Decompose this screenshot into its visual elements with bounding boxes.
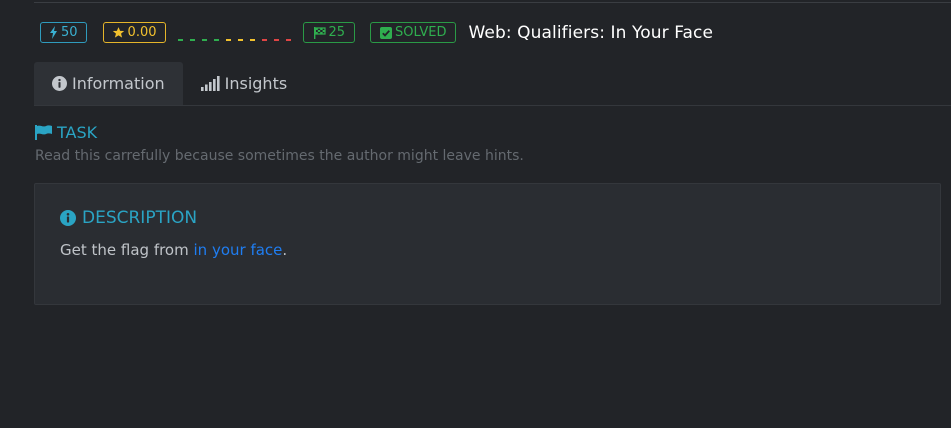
description-heading: DESCRIPTION xyxy=(60,208,197,228)
difficulty-segment xyxy=(189,38,195,41)
flag-icon xyxy=(35,125,52,140)
tab-insights[interactable]: Insights xyxy=(183,62,306,105)
points-value: 50 xyxy=(61,25,78,40)
challenge-page: 50 0.00 25 SOLVED Web: Qualifiers: In Yo… xyxy=(0,0,951,428)
top-divider xyxy=(34,2,951,3)
tab-insights-label: Insights xyxy=(224,74,288,93)
difficulty-segment xyxy=(237,38,243,41)
check-square-icon xyxy=(380,26,393,39)
tab-information-label: Information xyxy=(72,74,165,93)
difficulty-segment xyxy=(225,38,231,41)
difficulty-segment xyxy=(261,38,267,41)
info-circle-icon xyxy=(52,76,67,91)
solved-status-label: SOLVED xyxy=(395,25,447,40)
difficulty-segment xyxy=(201,38,207,41)
info-circle-icon xyxy=(60,210,76,226)
challenge-link[interactable]: in your face xyxy=(194,241,283,259)
bolt-icon xyxy=(50,26,57,39)
difficulty-meter xyxy=(177,38,291,41)
description-prefix: Get the flag from xyxy=(60,241,194,259)
description-suffix: . xyxy=(282,241,288,259)
difficulty-segment xyxy=(273,38,279,41)
points-badge: 50 xyxy=(40,22,87,43)
difficulty-segment xyxy=(285,38,291,41)
rating-badge: 0.00 xyxy=(102,22,166,43)
solved-status-badge: SOLVED xyxy=(370,22,457,43)
rating-value: 0.00 xyxy=(127,25,157,40)
solves-value: 25 xyxy=(328,25,346,40)
challenge-header: 50 0.00 25 SOLVED Web: Qualifiers: In Yo… xyxy=(40,21,713,44)
description-text: Get the flag from in your face. xyxy=(60,241,287,259)
challenge-title: Web: Qualifiers: In Your Face xyxy=(468,22,714,43)
star-icon xyxy=(112,27,124,38)
task-hint-text: Read this carrefully because sometimes t… xyxy=(35,148,524,164)
solves-badge: 25 xyxy=(302,22,356,43)
flag-checkered-icon xyxy=(313,26,326,39)
description-heading-label: DESCRIPTION xyxy=(82,208,198,228)
tab-information[interactable]: Information xyxy=(34,62,183,105)
tab-bar: Information Insights xyxy=(34,62,951,106)
difficulty-segment xyxy=(249,38,255,41)
signal-bars-icon xyxy=(200,76,220,91)
description-card: DESCRIPTION Get the flag from in your fa… xyxy=(34,183,941,305)
task-heading: TASK xyxy=(35,123,97,142)
difficulty-segment xyxy=(213,38,219,41)
difficulty-segment xyxy=(177,38,183,41)
task-heading-label: TASK xyxy=(57,123,98,142)
